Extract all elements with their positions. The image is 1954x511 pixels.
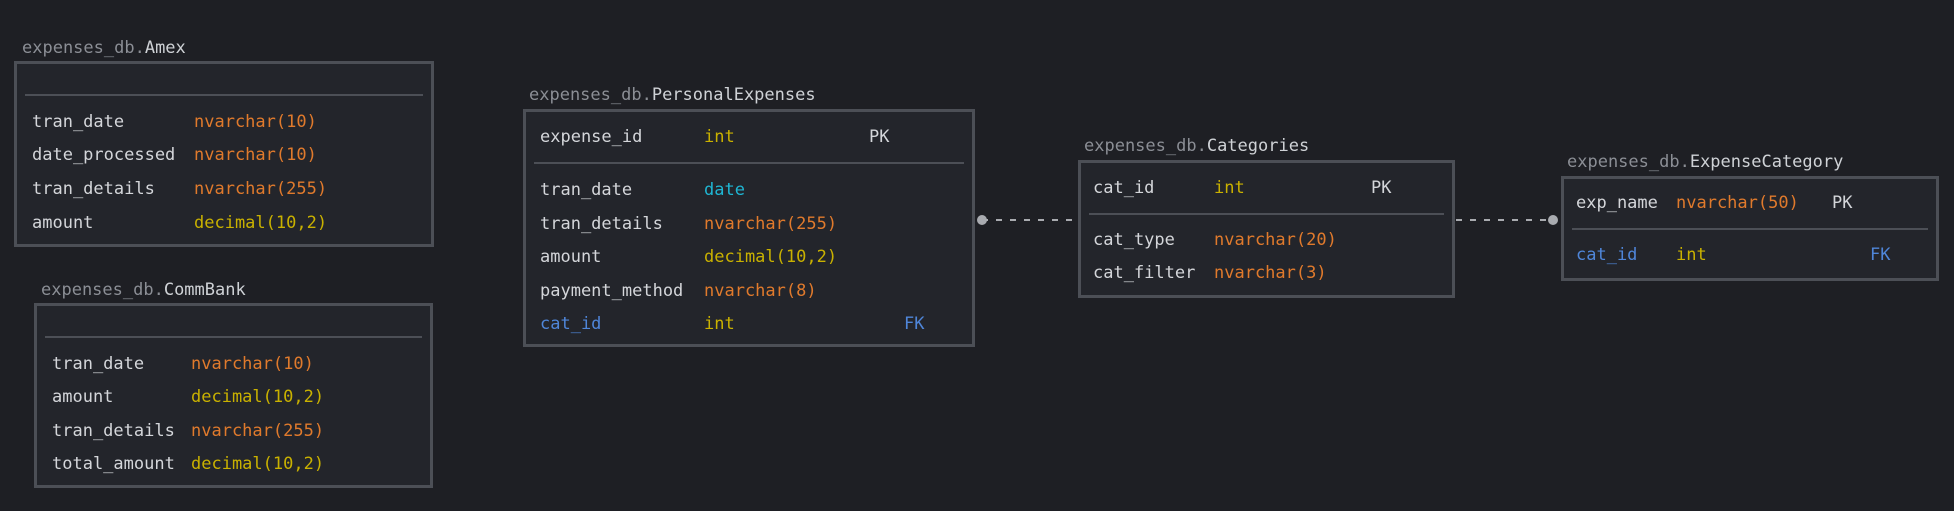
foreign-key-badge: FK [904,314,925,334]
column-row[interactable]: cat_type nvarchar(20) [1081,227,1452,253]
table-title: expenses_db.CommBank [41,280,246,300]
column-name: amount [52,387,114,407]
column-name: payment_method [540,281,684,301]
column-name: tran_details [540,214,663,234]
column-row[interactable]: date_processed nvarchar(10) [17,142,431,168]
column-row[interactable]: tran_details nvarchar(255) [17,176,431,202]
table-name: CommBank [163,280,246,300]
column-type: date [704,180,745,200]
column-type: nvarchar(255) [194,179,328,199]
column-type: nvarchar(8) [704,281,817,301]
column-name: expense_id [540,127,643,147]
column-name: cat_filter [1093,263,1196,283]
column-type: int [1214,178,1245,198]
column-type: nvarchar(10) [194,112,317,132]
pk-divider [534,162,964,164]
column-type: nvarchar(10) [194,145,317,165]
column-name: total_amount [52,454,175,474]
column-name: tran_date [52,354,145,374]
column-type: nvarchar(50) [1676,193,1799,213]
schema-name: expenses_db. [1567,152,1690,172]
column-row[interactable]: cat_filter nvarchar(3) [1081,260,1452,286]
primary-key-badge: PK [869,127,890,147]
column-type: decimal(10,2) [191,387,325,407]
table-title: expenses_db.PersonalExpenses [529,85,816,105]
column-name: cat_type [1093,230,1175,250]
schema-name: expenses_db. [22,38,145,58]
column-row[interactable]: cat_id int FK [526,311,972,337]
primary-key-badge: PK [1371,178,1392,198]
column-name: amount [540,247,602,267]
column-name: cat_id [1093,178,1155,198]
column-type: nvarchar(10) [191,354,314,374]
table-body[interactable]: tran_date nvarchar(10) amount decimal(10… [34,303,433,488]
table-name: ExpenseCategory [1689,152,1844,172]
column-name: date_processed [32,145,176,165]
column-name: exp_name [1576,193,1658,213]
column-name: tran_date [540,180,633,200]
schema-name: expenses_db. [1084,136,1207,156]
table-name: Amex [144,38,186,58]
column-row[interactable]: cat_id int FK [1564,242,1936,268]
column-type: int [704,127,735,147]
schema-name: expenses_db. [41,280,164,300]
table-title: expenses_db.ExpenseCategory [1567,152,1843,172]
column-name: tran_details [52,421,175,441]
column-row[interactable]: payment_method nvarchar(8) [526,278,972,304]
relation-endpoint-dot [977,215,987,225]
column-name: cat_id [540,314,602,334]
table-title: expenses_db.Amex [22,38,186,58]
column-row[interactable]: tran_date nvarchar(10) [17,109,431,135]
table-name: PersonalExpenses [651,85,816,105]
column-type: nvarchar(255) [191,421,325,441]
column-type: decimal(10,2) [194,213,328,233]
column-type: decimal(10,2) [191,454,325,474]
pk-divider [45,336,422,338]
foreign-key-badge: FK [1870,245,1891,265]
table-name: Categories [1206,136,1310,156]
column-type: nvarchar(255) [704,214,838,234]
column-name: tran_date [32,112,125,132]
column-row[interactable]: amount decimal(10,2) [17,210,431,236]
column-row[interactable]: total_amount decimal(10,2) [37,451,430,477]
column-row[interactable]: tran_date date [526,177,972,203]
column-row[interactable]: amount decimal(10,2) [37,384,430,410]
relation-endpoint-dot [1548,215,1558,225]
pk-divider [25,94,423,96]
column-type: int [1676,245,1707,265]
table-body[interactable]: cat_id int PK cat_type nvarchar(20) cat_… [1078,160,1455,298]
column-row[interactable]: amount decimal(10,2) [526,244,972,270]
table-body[interactable]: tran_date nvarchar(10) date_processed nv… [14,61,434,247]
column-type: nvarchar(20) [1214,230,1337,250]
pk-row[interactable]: cat_id int PK [1081,175,1452,201]
pk-row[interactable]: expense_id int PK [526,124,972,150]
column-name: cat_id [1576,245,1638,265]
schema-name: expenses_db. [529,85,652,105]
column-name: tran_details [32,179,155,199]
column-row[interactable]: tran_details nvarchar(255) [526,211,972,237]
column-row[interactable]: tran_date nvarchar(10) [37,351,430,377]
primary-key-badge: PK [1832,193,1853,213]
column-row[interactable]: tran_details nvarchar(255) [37,418,430,444]
pk-row[interactable]: exp_name nvarchar(50) PK [1564,190,1936,216]
column-name: amount [32,213,94,233]
table-title: expenses_db.Categories [1084,136,1309,156]
table-body[interactable]: expense_id int PK tran_date date tran_de… [523,109,975,347]
column-type: int [704,314,735,334]
column-type: nvarchar(3) [1214,263,1327,283]
table-body[interactable]: exp_name nvarchar(50) PK cat_id int FK [1561,176,1939,281]
pk-divider [1572,228,1928,230]
column-type: decimal(10,2) [704,247,838,267]
pk-divider [1089,213,1444,215]
